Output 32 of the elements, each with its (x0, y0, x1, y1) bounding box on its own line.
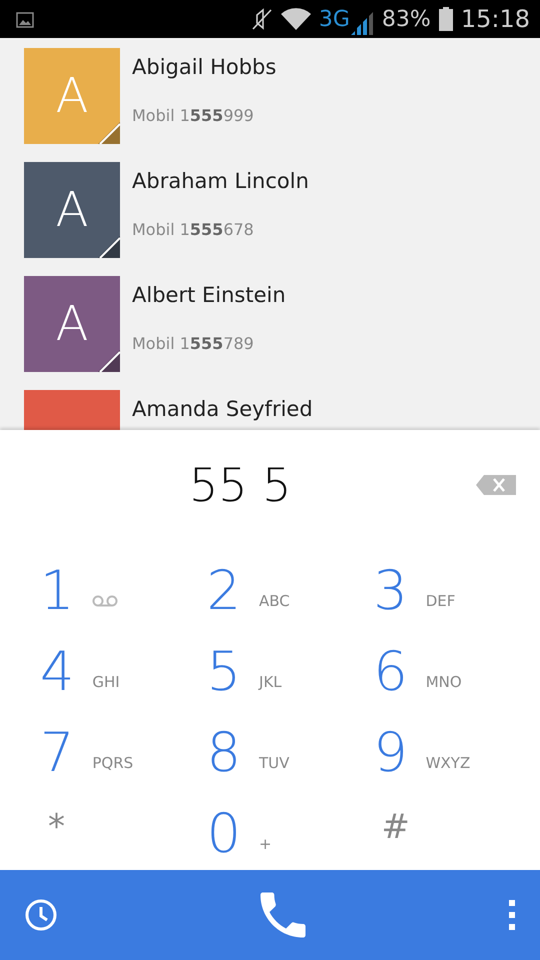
battery-icon (438, 6, 453, 32)
history-clock-icon[interactable] (24, 898, 58, 932)
dial-key[interactable]: * (40, 793, 207, 861)
dial-key[interactable]: 6 MNO (373, 631, 540, 699)
dial-key[interactable]: 8 TUV (206, 712, 374, 780)
contact-name[interactable]: Abigail Hobbs (132, 52, 276, 84)
dial-key[interactable]: 7 PQRS (40, 712, 207, 780)
clock-time: 15:18 (460, 4, 530, 35)
dial-key[interactable]: 3 DEF (373, 550, 540, 618)
contact-avatar: A (24, 162, 120, 258)
battery-level: 83% (382, 6, 431, 34)
dial-key[interactable]: 1 (40, 550, 207, 618)
wifi-icon (280, 6, 311, 32)
contact-number: Mobil 1555789 (132, 332, 254, 354)
contact-avatar: A (24, 276, 120, 372)
more-menu-icon[interactable] (508, 899, 516, 931)
dial-key[interactable]: 2 ABC (206, 550, 374, 618)
dial-key[interactable]: 0 + (206, 793, 374, 861)
signal-icon (350, 10, 374, 36)
contact-name[interactable]: Albert Einstein (132, 280, 286, 312)
contact-name[interactable]: Abraham Lincoln (132, 166, 309, 198)
dial-key[interactable]: 4 GHI (40, 631, 207, 699)
dial-key[interactable]: 5 JKL (206, 631, 374, 699)
contact-number: Mobil 1555999 (132, 104, 254, 126)
dial-key[interactable]: # (373, 793, 540, 861)
dial-key[interactable]: 9 WXYZ (373, 712, 540, 780)
contact-number: Mobil 1555678 (132, 218, 254, 240)
contact-avatar: A (24, 48, 120, 144)
dialed-number: 55 5 (189, 456, 292, 514)
muted-speaker-icon (250, 6, 273, 32)
contact-name[interactable]: Amanda Seyfried (132, 394, 313, 426)
network-type: 3G (318, 6, 350, 34)
